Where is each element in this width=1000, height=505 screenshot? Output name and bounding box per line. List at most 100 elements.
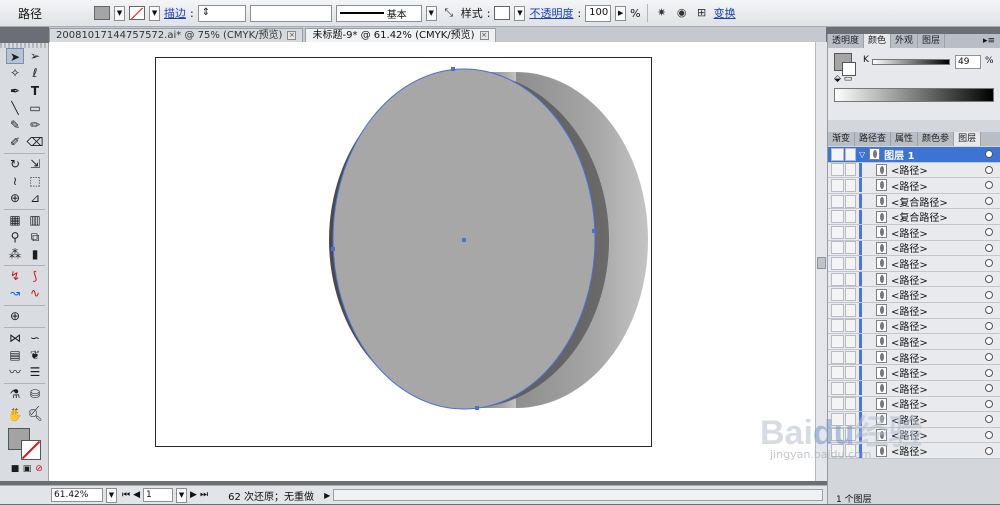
target-circle-icon[interactable] (985, 415, 993, 424)
rotate-tool-icon[interactable]: ↻ (6, 156, 24, 172)
tab-appearance[interactable]: 外观 (891, 34, 919, 48)
lock-toggle[interactable] (845, 210, 856, 224)
tab-pathfinder[interactable]: 路径查 (855, 132, 892, 146)
stroke-profile-dropdown[interactable]: ▼ (425, 5, 437, 21)
pencil-tool-icon[interactable]: ✏ (26, 117, 44, 133)
layer-item-name[interactable]: <复合路径> (891, 209, 985, 224)
target-circle-icon[interactable] (985, 212, 993, 221)
eyedropper-alt-icon[interactable]: ⚗ (6, 386, 24, 402)
none-mode-icon[interactable]: ⊘ (30, 461, 48, 477)
crosshair-tool-icon[interactable]: ⊕ (6, 308, 24, 324)
lock-toggle[interactable] (845, 319, 856, 333)
scroll-thumb[interactable] (817, 257, 826, 269)
transform-link[interactable]: 变换 (714, 5, 736, 21)
line-tool-icon[interactable]: ╲ (6, 100, 24, 116)
anchor-point[interactable] (331, 247, 335, 251)
free-transform-tool-icon[interactable]: ⬚ (26, 173, 44, 189)
canvas[interactable] (49, 42, 815, 481)
opacity-field[interactable]: 100 (585, 4, 612, 22)
mesh-tool-icon[interactable]: ▦ (6, 212, 24, 228)
opacity-link[interactable]: 不透明度 (529, 5, 573, 21)
scale-tool-icon[interactable]: ⇲ (26, 156, 44, 172)
lock-toggle[interactable] (845, 334, 856, 348)
lock-toggle[interactable] (845, 225, 856, 239)
target-circle-icon[interactable] (985, 368, 993, 377)
eraser-tool-icon[interactable]: ⌫ (26, 134, 44, 150)
layer-item-name[interactable]: <路径> (891, 334, 985, 349)
tab-transparency[interactable]: 透明度 (828, 34, 865, 48)
page-field[interactable]: 1 (143, 488, 174, 502)
layer-item-row[interactable]: <路径> (828, 302, 1000, 319)
anchor-point[interactable] (592, 229, 596, 233)
opacity-dropdown[interactable]: ▶ (615, 5, 627, 21)
visibility-eye-icon[interactable] (831, 178, 844, 192)
perspective-grid-tool-icon[interactable]: ⊿ (26, 190, 44, 206)
layer-row[interactable]: ▽ 图层 1 (828, 147, 1000, 163)
path-tool-icon[interactable]: ∿ (26, 285, 44, 301)
layer-item-name[interactable]: <路径> (891, 272, 985, 287)
style-swatch[interactable] (494, 6, 511, 20)
twirl-tool-icon[interactable]: ❦ (26, 347, 44, 363)
shape-builder-tool-icon[interactable]: ⊕ (6, 190, 24, 206)
lock-toggle[interactable] (845, 350, 856, 364)
visibility-eye-icon[interactable] (831, 334, 844, 348)
layer-item-row[interactable]: <路径> (828, 318, 1000, 335)
visibility-eye-icon[interactable] (831, 381, 844, 395)
target-circle-icon[interactable] (985, 228, 993, 237)
fill-dropdown[interactable]: ▼ (114, 5, 126, 21)
list-tool-icon[interactable]: ☰ (26, 364, 44, 380)
first-page-icon[interactable]: ⏮ (122, 490, 130, 500)
visibility-eye-icon[interactable] (831, 366, 844, 380)
target-circle-icon[interactable] (985, 353, 993, 362)
last-page-icon[interactable]: ⏭ (200, 490, 208, 500)
layer-item-row[interactable]: <路径> (828, 256, 1000, 272)
blend-tool-icon[interactable]: ⧉ (26, 229, 44, 245)
artwork[interactable] (49, 42, 815, 481)
target-circle-icon[interactable] (985, 399, 993, 408)
lasso-tool-icon[interactable]: ℓ (26, 65, 44, 81)
target-circle-icon[interactable] (985, 384, 993, 393)
envelope-tool-icon[interactable]: ⋈ (6, 330, 24, 346)
layer-item-name[interactable]: <路径> (891, 365, 985, 380)
column-graph-tool-icon[interactable]: ▮ (26, 246, 44, 262)
prev-page-icon[interactable]: ◀ (133, 490, 140, 500)
tab-document-2[interactable]: 未标题-9* @ 61.42% (CMYK/预览) × (305, 28, 496, 42)
out-of-gamut-icon[interactable]: ⬙ ▭ (834, 74, 852, 84)
eyedropper-tool-icon[interactable]: ⚲ (6, 229, 24, 245)
graph-tool-icon[interactable]: 〰 (6, 364, 24, 380)
target-circle-icon[interactable] (985, 259, 993, 268)
center-point[interactable] (462, 238, 466, 242)
hand-tool-alt-icon[interactable]: ↝ (6, 285, 24, 301)
lock-toggle[interactable] (845, 366, 856, 380)
target-circle-icon[interactable] (985, 243, 993, 252)
stroke-weight-field[interactable]: ⇕ (197, 4, 246, 22)
hand-tool-icon[interactable]: ✋ (6, 407, 24, 423)
color-spectrum-ramp[interactable] (834, 88, 994, 102)
symbol-sprayer-tool-icon[interactable]: ⁂ (6, 246, 24, 262)
anchor-point[interactable] (475, 406, 479, 410)
layer-item-row[interactable]: <路径> (828, 240, 1000, 257)
layer-item-row[interactable]: <路径> (828, 178, 1000, 194)
blob-brush-tool-icon[interactable]: ✐ (6, 134, 24, 150)
tab-color-guide[interactable]: 颜色参 (918, 132, 955, 146)
k-value-field[interactable]: 49 (955, 55, 981, 69)
grid-tool-icon[interactable]: ▤ (6, 347, 24, 363)
target-circle-icon[interactable] (985, 321, 993, 330)
layer-item-row[interactable]: <路径> (828, 380, 1000, 397)
recolor-icon[interactable]: ✷ (654, 5, 670, 21)
page-dropdown[interactable]: ▼ (176, 487, 188, 503)
target-circle-icon[interactable] (985, 275, 993, 284)
magic-wand-tool-icon[interactable]: ✧ (6, 65, 24, 81)
k-slider[interactable] (872, 59, 950, 65)
visibility-eye-icon[interactable] (831, 256, 844, 270)
layer-item-name[interactable]: <路径> (891, 178, 985, 193)
layer-item-row[interactable]: <路径> (828, 365, 1000, 381)
zoom-tool-icon[interactable]: 🔍︎ (26, 407, 44, 423)
live-paint-tool-icon[interactable]: ⛁ (26, 386, 44, 402)
layer-item-name[interactable]: <路径> (891, 381, 985, 396)
stroke-profile-field[interactable]: 基本 (335, 4, 422, 22)
close-icon[interactable]: × (479, 31, 489, 40)
layer-name[interactable]: 图层 1 (884, 147, 985, 162)
fill-swatch[interactable] (94, 6, 111, 20)
tab-color[interactable]: 颜色 (864, 34, 892, 48)
